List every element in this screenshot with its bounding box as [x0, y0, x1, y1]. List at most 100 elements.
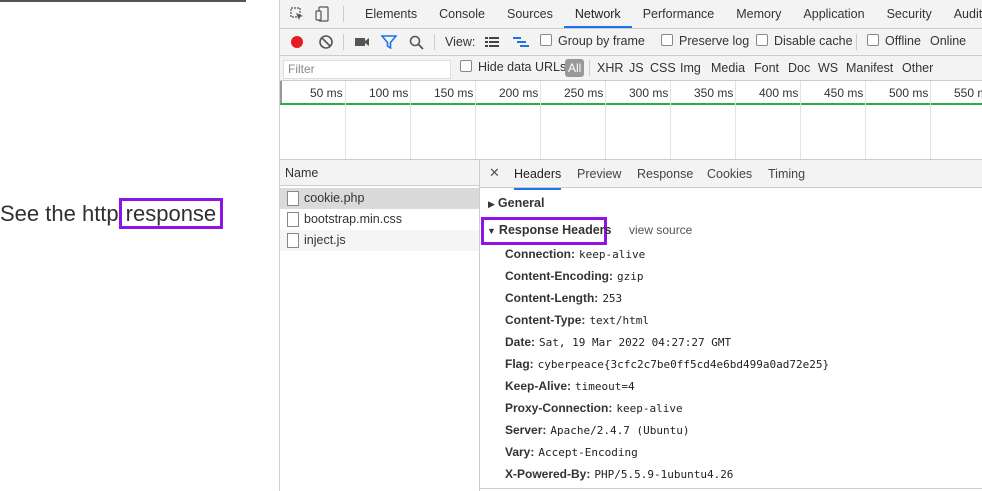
- tab-security[interactable]: Security: [876, 0, 943, 28]
- type-filter-other[interactable]: Other: [902, 61, 933, 75]
- close-icon[interactable]: ✕: [489, 165, 500, 181]
- header-key: Proxy-Connection:: [505, 401, 613, 415]
- large-rows-icon[interactable]: [485, 36, 499, 48]
- general-section-label: General: [497, 196, 545, 210]
- view-source-link[interactable]: view source: [629, 223, 692, 237]
- tab-sources[interactable]: Sources: [496, 0, 564, 28]
- throttling-select[interactable]: Online: [930, 34, 966, 48]
- offline-checkbox[interactable]: Offline: [867, 34, 921, 48]
- request-row-bootstrap[interactable]: bootstrap.min.css: [280, 209, 479, 230]
- general-section-toggle[interactable]: ▶ General: [488, 196, 544, 210]
- filter-funnel-icon[interactable]: [381, 35, 397, 49]
- header-row: Content-Length: 253: [505, 291, 622, 305]
- response-headers-label: Response Headers: [498, 223, 612, 237]
- header-key: X-Powered-By:: [505, 467, 591, 481]
- type-filter-all[interactable]: All: [565, 59, 585, 77]
- tab-response[interactable]: Response: [637, 160, 693, 188]
- tab-memory[interactable]: Memory: [725, 0, 792, 28]
- timeline-load-bar: [280, 103, 982, 105]
- timeline-tick: 100 ms: [369, 86, 409, 100]
- timeline-gridline: [410, 81, 411, 159]
- tab-cookies[interactable]: Cookies: [707, 160, 752, 188]
- timeline-tick: 450 ms: [824, 86, 864, 100]
- checkbox-box[interactable]: [661, 34, 673, 46]
- header-key: Content-Encoding:: [505, 269, 613, 283]
- type-filter-doc[interactable]: Doc: [788, 61, 810, 75]
- device-toolbar-icon[interactable]: [315, 6, 329, 22]
- tab-application[interactable]: Application: [792, 0, 875, 28]
- header-key: Date:: [505, 335, 536, 349]
- waterfall-overview-icon[interactable]: [513, 36, 529, 48]
- header-key: Flag:: [505, 357, 534, 371]
- clear-icon[interactable]: [318, 34, 334, 50]
- checkbox-box[interactable]: [867, 34, 879, 46]
- disable-cache-checkbox[interactable]: Disable cache: [756, 34, 853, 48]
- header-row: Date: Sat, 19 Mar 2022 04:27:27 GMT: [505, 335, 731, 349]
- type-filter-js[interactable]: JS: [629, 61, 644, 75]
- name-column-header[interactable]: Name: [280, 160, 479, 186]
- checkbox-box[interactable]: [756, 34, 768, 46]
- tab-preview[interactable]: Preview: [577, 160, 621, 188]
- type-filter-img[interactable]: Img: [680, 61, 701, 75]
- tab-headers[interactable]: Headers: [514, 160, 562, 190]
- request-row-inject[interactable]: inject.js: [280, 230, 479, 251]
- response-headers-toggle[interactable]: ▼ Response Headers: [487, 223, 611, 237]
- type-filter-font[interactable]: Font: [754, 61, 779, 75]
- timeline-tick: 150 ms: [434, 86, 474, 100]
- tab-network[interactable]: Network: [563, 0, 632, 28]
- hide-data-urls-checkbox[interactable]: Hide data URLs: [460, 60, 566, 74]
- type-filter-manifest[interactable]: Manifest: [846, 61, 893, 75]
- screenshot-camera-icon[interactable]: [354, 35, 370, 49]
- header-row: Proxy-Connection: keep-alive: [505, 401, 683, 415]
- timeline-tick: 250 ms: [564, 86, 604, 100]
- header-value: text/html: [589, 314, 650, 327]
- timeline-overview[interactable]: 50 ms 100 ms 150 ms 200 ms 250 ms 300 ms…: [280, 81, 982, 160]
- timeline-gridline: [735, 81, 736, 159]
- type-filter-media[interactable]: Media: [711, 61, 745, 75]
- timeline-tick: 550 m: [954, 86, 982, 100]
- header-row: Server: Apache/2.4.7 (Ubuntu): [505, 423, 689, 437]
- search-icon[interactable]: [409, 35, 424, 50]
- checkbox-box[interactable]: [460, 60, 472, 72]
- timeline-gridline: [670, 81, 671, 159]
- type-filter-css[interactable]: CSS: [650, 61, 676, 75]
- tab-audits[interactable]: Audits: [943, 0, 982, 28]
- file-icon: [287, 212, 299, 227]
- page-text-highlight: response: [118, 198, 224, 229]
- type-filter-ws[interactable]: WS: [818, 61, 838, 75]
- header-row: Keep-Alive: timeout=4: [505, 379, 635, 393]
- timeline-gridline: [345, 81, 346, 159]
- file-icon: [287, 233, 299, 248]
- page-text-prefix: See the http: [0, 201, 119, 226]
- header-row: Content-Type: text/html: [505, 313, 649, 327]
- preserve-log-checkbox[interactable]: Preserve log: [661, 34, 749, 48]
- header-value: timeout=4: [575, 380, 635, 393]
- group-by-frame-label: Group by frame: [558, 34, 645, 48]
- request-row-cookie[interactable]: cookie.php: [280, 188, 479, 209]
- filter-bar: Filter Hide data URLs All XHR JS CSS Img…: [280, 56, 982, 81]
- page-instruction-text: See the http response: [0, 198, 224, 229]
- header-value: PHP/5.5.9-1ubuntu4.26: [594, 468, 734, 481]
- type-filter-xhr[interactable]: XHR: [597, 61, 623, 75]
- timeline-tick: 50 ms: [310, 86, 343, 100]
- checkbox-box[interactable]: [540, 34, 552, 46]
- header-key: Vary:: [505, 445, 535, 459]
- page-top-rule: [0, 0, 246, 2]
- group-by-frame-checkbox[interactable]: Group by frame: [540, 34, 645, 48]
- record-icon[interactable]: [289, 34, 305, 50]
- tab-elements[interactable]: Elements: [354, 0, 428, 28]
- header-value: keep-alive: [579, 248, 646, 261]
- tabbar-divider: [343, 6, 344, 22]
- header-row: Vary: Accept-Encoding: [505, 445, 638, 459]
- timeline-gridline: [865, 81, 866, 159]
- header-key: Content-Length:: [505, 291, 599, 305]
- devtools-tabs: Elements Console Sources Network Perform…: [354, 0, 982, 28]
- tab-console[interactable]: Console: [428, 0, 496, 28]
- triangle-down-icon: ▼: [487, 226, 496, 236]
- tab-timing[interactable]: Timing: [768, 160, 805, 188]
- tab-performance[interactable]: Performance: [632, 0, 726, 28]
- network-toolbar: View: Group by frame Preserve log Disabl…: [280, 29, 982, 56]
- toolbar-divider: [856, 34, 857, 50]
- filter-input[interactable]: Filter: [283, 60, 451, 79]
- inspect-element-icon[interactable]: [290, 7, 304, 21]
